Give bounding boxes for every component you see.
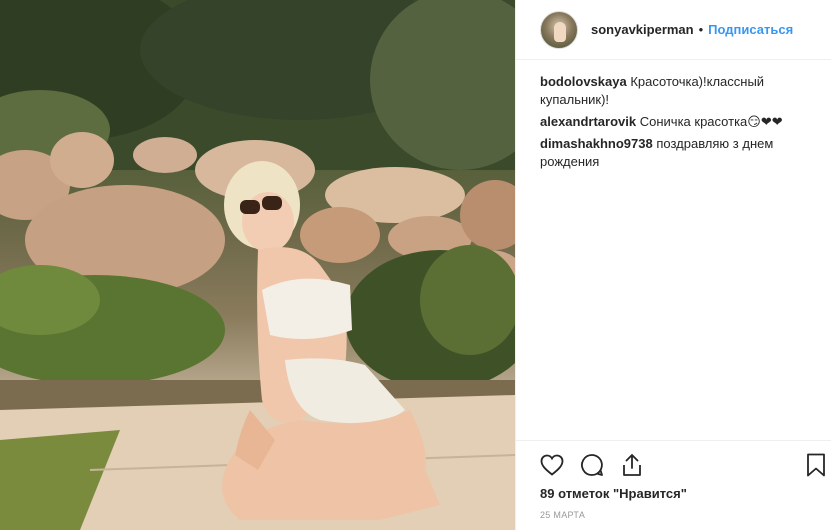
author-username[interactable]: sonyavkiperman [591, 22, 694, 37]
comment-item: alexandrtarovik Соничка красотка😏❤❤ [540, 113, 812, 131]
comment-username[interactable]: bodolovskaya [540, 74, 627, 89]
likes-count[interactable]: 89 отметок "Нравится" [540, 486, 687, 501]
comment-username[interactable]: alexandrtarovik [540, 114, 636, 129]
comment-item: dimashakhno9738 поздравляю з днем рожден… [540, 135, 812, 171]
action-bar [516, 440, 831, 486]
post-sidebar: sonyavkiperman • Подписаться bodolovskay… [515, 0, 831, 530]
avatar[interactable] [540, 10, 578, 49]
share-icon[interactable] [618, 451, 646, 479]
heart-icon[interactable] [538, 451, 566, 479]
post-header: sonyavkiperman • Подписаться [516, 0, 831, 60]
photo-scene [0, 0, 515, 530]
comment-list: bodolovskaya Красоточка)!классный купаль… [540, 73, 812, 175]
bookmark-icon[interactable] [802, 451, 830, 479]
comment-bubble-icon[interactable] [578, 451, 606, 479]
comment-item: bodolovskaya Красоточка)!классный купаль… [540, 73, 812, 109]
comment-username[interactable]: dimashakhno9738 [540, 136, 653, 151]
post-photo[interactable] [0, 0, 515, 530]
follow-button[interactable]: Подписаться [708, 22, 793, 37]
separator-dot: • [698, 22, 704, 37]
post-date[interactable]: 25 МАРТА [540, 510, 585, 520]
comment-text: Соничка красотка😏❤❤ [639, 114, 783, 129]
